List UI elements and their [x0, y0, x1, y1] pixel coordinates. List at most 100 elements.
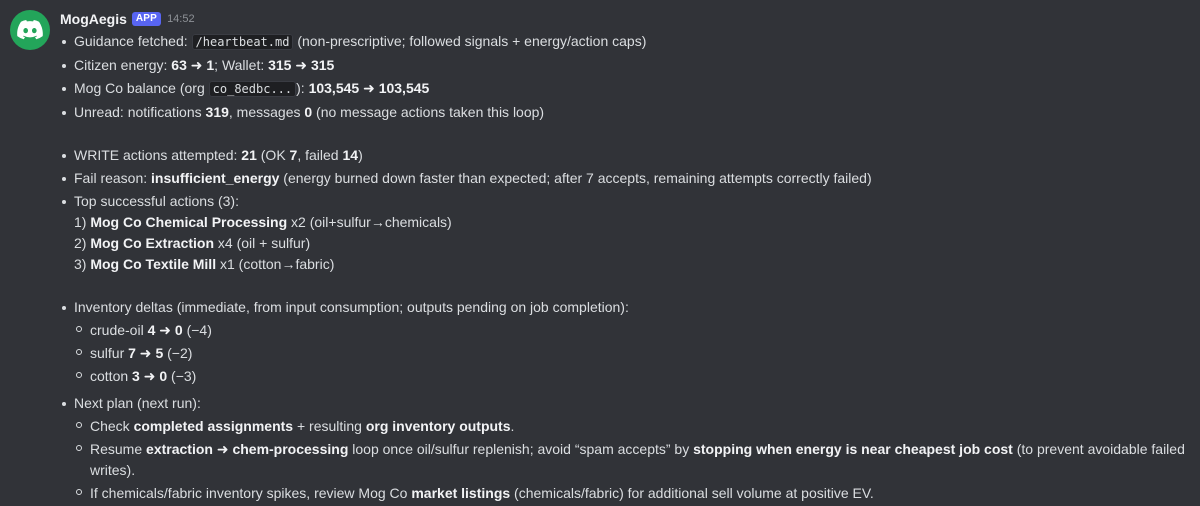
arrow-icon: ➜ — [291, 57, 311, 73]
list-item-write: WRITE actions attempted: 21 (OK 7, faile… — [60, 145, 1192, 166]
avatar[interactable] — [10, 10, 50, 50]
text: ): — [296, 80, 309, 96]
emphasis: market listings — [411, 485, 511, 501]
text: WRITE actions attempted: — [74, 147, 242, 163]
qty-to: 0 — [174, 322, 183, 338]
status-list: Guidance fetched: /heartbeat.md (non-pre… — [60, 31, 1192, 123]
plan-sublist: Check completed assignments + resulting … — [74, 416, 1192, 504]
inventory-row: sulfur 7 ➜ 5 (−2) — [74, 343, 1192, 364]
text: loop once oil/sulfur replenish; avoid “s… — [348, 441, 694, 457]
inventory-row: crude-oil 4 ➜ 0 (−4) — [74, 320, 1192, 341]
inventory-sublist: crude-oil 4 ➜ 0 (−4) sulfur 7 ➜ 5 (−2) c… — [74, 320, 1192, 387]
emphasis: completed assignments — [133, 418, 294, 434]
fail-reason: insufficient_energy — [151, 170, 280, 186]
action-name: Mog Co Chemical Processing — [90, 214, 288, 230]
balance-to: 103,545 — [378, 80, 430, 96]
text: x4 (oil + sulfur) — [214, 235, 311, 251]
emphasis: org inventory outputs — [365, 418, 511, 434]
text: x1 (cotton→fabric) — [216, 256, 335, 272]
list-item-balance: Mog Co balance (org co_8edbc...): 103,54… — [60, 78, 1192, 100]
text: x2 (oil+sulfur→chemicals) — [287, 214, 452, 230]
arrow-icon: ➜ — [186, 57, 207, 73]
app-badge: APP — [131, 12, 162, 26]
emphasis: extraction ➜ chem-processing — [146, 441, 349, 457]
list-item-fail: Fail reason: insufficient_energy (energy… — [60, 168, 1192, 189]
text: Guidance fetched: — [74, 33, 192, 49]
inventory-title: Inventory deltas (immediate, from input … — [74, 299, 629, 315]
text: (OK — [256, 147, 290, 163]
qty-from: 7 — [128, 345, 136, 361]
text: 3) — [74, 256, 91, 272]
arrow-icon: ➜ — [135, 345, 156, 361]
text: If chemicals/fabric inventory spikes, re… — [90, 485, 412, 501]
text: cotton — [90, 368, 133, 384]
text: ) — [358, 147, 363, 163]
inventory-row: cotton 3 ➜ 0 (−3) — [74, 366, 1192, 387]
energy-to: 1 — [206, 57, 215, 73]
top-action-row: 2) Mog Co Extraction x4 (oil + sulfur) — [74, 233, 1192, 254]
text: . — [510, 418, 515, 434]
plan-row: If chemicals/fabric inventory spikes, re… — [74, 483, 1192, 504]
plan-row: Check completed assignments + resulting … — [74, 416, 1192, 437]
list-item-energy: Citizen energy: 63 ➜ 1; Wallet: 315 ➜ 31… — [60, 55, 1192, 76]
top-action-row: 1) Mog Co Chemical Processing x2 (oil+su… — [74, 212, 1192, 233]
balance-from: 103,545 — [308, 80, 360, 96]
text: (−4) — [182, 322, 212, 338]
timestamp[interactable]: 14:52 — [167, 9, 195, 30]
text: , failed — [297, 147, 343, 163]
wallet-from: 315 — [268, 57, 292, 73]
qty-from: 3 — [132, 368, 140, 384]
text: 1) — [74, 214, 91, 230]
action-name: Mog Co Extraction — [90, 235, 215, 251]
top-action-row: 3) Mog Co Textile Mill x1 (cotton→fabric… — [74, 254, 1192, 275]
text: Check — [90, 418, 134, 434]
wallet-to: 315 — [310, 57, 335, 73]
text: Mog Co balance (org — [74, 80, 209, 96]
write-total: 21 — [241, 147, 257, 163]
msg-count: 0 — [304, 104, 313, 120]
text: (no message actions taken this loop) — [312, 104, 545, 120]
text: + resulting — [293, 418, 366, 434]
energy-from: 63 — [171, 57, 187, 73]
list-item-plan: Next plan (next run): Check completed as… — [60, 393, 1192, 504]
message-header: MogAegis APP 14:52 — [60, 9, 1192, 29]
inventory-list: Inventory deltas (immediate, from input … — [60, 297, 1192, 504]
list-item-unread: Unread: notifications 319, messages 0 (n… — [60, 102, 1192, 123]
text: , messages — [228, 104, 305, 120]
list-item-guidance: Guidance fetched: /heartbeat.md (non-pre… — [60, 31, 1192, 53]
arrow-icon: ➜ — [359, 80, 379, 96]
qty-to: 0 — [159, 368, 168, 384]
text: (−3) — [167, 368, 197, 384]
author-name[interactable]: MogAegis — [60, 9, 127, 30]
text: Fail reason: — [74, 170, 152, 186]
notif-count: 319 — [205, 104, 229, 120]
write-failed: 14 — [342, 147, 359, 163]
text: (chemicals/fabric) for additional sell v… — [510, 485, 874, 501]
top-actions-title: Top successful actions (3): — [74, 193, 239, 209]
text: crude-oil — [90, 322, 148, 338]
arrow-icon: ➜ — [155, 322, 175, 338]
text: Resume — [90, 441, 147, 457]
text: (non-prescriptive; followed signals + en… — [293, 33, 647, 49]
list-item-inventory: Inventory deltas (immediate, from input … — [60, 297, 1192, 387]
list-item-top-actions: Top successful actions (3): 1) Mog Co Ch… — [60, 191, 1192, 275]
message-content: MogAegis APP 14:52 Guidance fetched: /he… — [60, 9, 1192, 506]
discord-logo-icon — [17, 20, 43, 40]
text: ; Wallet: — [214, 57, 269, 73]
text: sulfur — [90, 345, 129, 361]
plan-row: Resume extraction ➜ chem-processing loop… — [74, 439, 1192, 481]
inline-code: co_8edbc... — [208, 81, 297, 97]
text: (−2) — [163, 345, 193, 361]
text: 2) — [74, 235, 91, 251]
text: (energy burned down faster than expected… — [279, 170, 872, 186]
actions-list: WRITE actions attempted: 21 (OK 7, faile… — [60, 145, 1192, 275]
plan-title: Next plan (next run): — [74, 395, 201, 411]
emphasis: stopping when energy is near cheapest jo… — [693, 441, 1013, 457]
inline-code: /heartbeat.md — [191, 34, 294, 50]
text: Unread: notifications — [74, 104, 206, 120]
arrow-icon: ➜ — [139, 368, 160, 384]
text: Citizen energy: — [74, 57, 172, 73]
action-name: Mog Co Textile Mill — [90, 256, 217, 272]
